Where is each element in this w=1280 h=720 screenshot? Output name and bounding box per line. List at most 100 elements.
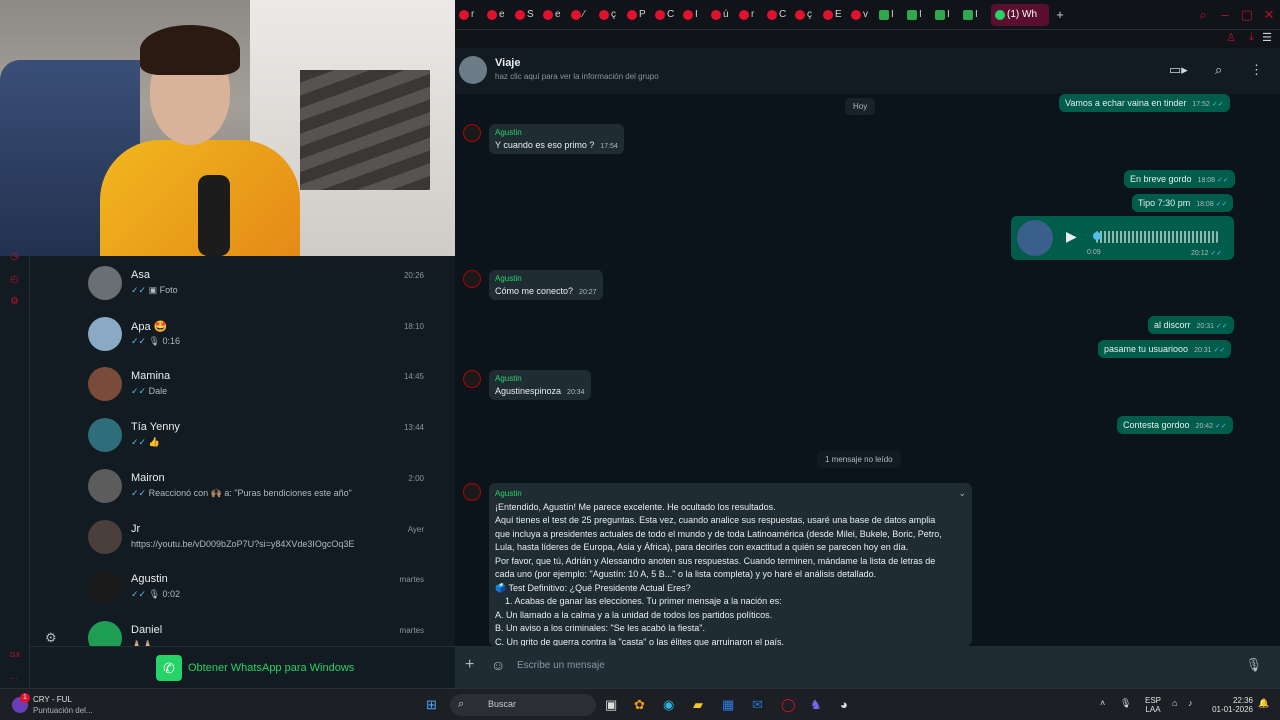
chat-avatar[interactable] (88, 519, 122, 554)
group-subtitle[interactable]: haz clic aquí para ver la información de… (495, 72, 659, 81)
chat-avatar[interactable] (88, 468, 122, 503)
tab-whatsapp[interactable]: (1) Wh (991, 3, 1049, 26)
opera-clock-icon[interactable]: ◴ (10, 274, 19, 285)
close-window-icon[interactable]: ✕ (1258, 4, 1280, 26)
browser-tab[interactable]: I (935, 4, 963, 26)
tray-overflow-icon[interactable]: ˄ (1100, 699, 1105, 708)
get-app-banner[interactable]: ✆ Obtener WhatsApp para Windows (30, 646, 455, 688)
chat-avatar[interactable] (88, 570, 122, 605)
browser-tab[interactable]: P (627, 4, 655, 26)
store-icon[interactable]: ▦ (722, 697, 734, 713)
download-icon[interactable]: ⤓ (1249, 31, 1254, 44)
voice-scrubber[interactable] (1093, 232, 1101, 240)
chat-list-item[interactable]: Mamina 14:45 ✓✓ Dale (30, 361, 455, 412)
chat-list-item[interactable]: Agustin martes ✓✓ 🎙 0:02 (30, 564, 455, 615)
tray-mic-icon[interactable]: 🎙 (1120, 699, 1131, 708)
app-icon[interactable]: ◕ (840, 697, 848, 712)
chevron-down-icon[interactable]: ⌄ (958, 487, 966, 501)
chat-list-item[interactable]: Daniel martes 🙏🏼🙏🏼 (30, 615, 455, 646)
microphone-icon[interactable]: 🎙 (1245, 657, 1262, 673)
sender-name[interactable]: Agustin (495, 128, 618, 137)
browser-tab[interactable]: e (487, 4, 515, 26)
get-app-text[interactable]: Obtener WhatsApp para Windows (188, 662, 354, 674)
group-name[interactable]: Viaje (495, 57, 521, 69)
search-tabs-icon[interactable]: ⌕ (1192, 4, 1214, 26)
voice-waveform[interactable] (1096, 231, 1218, 243)
sender-name[interactable]: Agustin (495, 487, 966, 501)
sender-avatar[interactable] (463, 270, 481, 288)
outlook-icon[interactable]: ✉ (752, 697, 763, 713)
chat-avatar[interactable] (88, 418, 122, 453)
message-in[interactable]: Agustin Y cuando es eso primo ? 17:54 (489, 124, 624, 154)
taskbar-search[interactable]: ⌕ Buscar (450, 694, 596, 716)
message-out[interactable]: pasame tu usuariooo 20:31 ✓✓ (1098, 340, 1232, 358)
sender-name[interactable]: Agustin (495, 374, 585, 383)
chat-avatar[interactable] (88, 316, 122, 351)
chat-avatar[interactable] (88, 367, 122, 402)
chat-list-item[interactable]: Tía Yenny 13:44 ✓✓ 👍 (30, 412, 455, 463)
message-in[interactable]: Agustin Cómo me conecto? 20:27 (489, 270, 603, 300)
windows-start-icon[interactable]: ⊞ (426, 697, 437, 713)
browser-tab[interactable]: I (963, 4, 991, 26)
file-explorer-icon[interactable]: ▰ (693, 697, 703, 713)
voice-message[interactable]: ▶ 0:09 20:12 ✓✓ (1011, 216, 1234, 260)
chat-list-item[interactable]: Asa 20:26 ✓✓ ▣ Foto (30, 260, 455, 311)
opera-gx-icon[interactable]: ◯ (781, 697, 796, 713)
edge-icon[interactable]: ◉ (663, 697, 674, 713)
message-out[interactable]: Contesta gordoo 20:42 ✓✓ (1117, 416, 1233, 434)
message-in-long[interactable]: Agustin ¡Entendido, Agustín! Me parece e… (489, 483, 972, 646)
group-avatar[interactable] (459, 56, 487, 84)
browser-tab[interactable]: S (515, 4, 543, 26)
message-out[interactable]: En breve gordo 18:08 ✓✓ (1124, 170, 1235, 188)
browser-tab[interactable]: I (907, 4, 935, 26)
more-icon[interactable]: ··· (10, 674, 18, 683)
browser-tab[interactable]: ú (711, 4, 739, 26)
opera-settings-icon[interactable]: ⚙ (10, 296, 19, 307)
message-input[interactable]: Escribe un mensaje (517, 660, 605, 671)
notification-subtitle[interactable]: Puntuación del... (33, 706, 93, 715)
video-call-icon[interactable]: ▭▸ (1169, 62, 1188, 78)
browser-tab[interactable]: C (655, 4, 683, 26)
sender-name[interactable]: Agustin (495, 274, 597, 283)
volume-icon[interactable]: ♪ (1188, 699, 1193, 708)
teams-icon[interactable]: ♞ (810, 697, 822, 713)
browser-tab[interactable]: I (879, 4, 907, 26)
opera-gx-icon[interactable]: GX (10, 652, 20, 659)
browser-tab[interactable]: C (767, 4, 795, 26)
attach-plus-icon[interactable]: + (465, 656, 474, 674)
menu-icon[interactable]: ☰ (1262, 31, 1272, 44)
browser-tab[interactable]: E (823, 4, 851, 26)
sender-avatar[interactable] (463, 483, 481, 501)
message-in[interactable]: Agustin Agustinespinoza 20:34 (489, 370, 591, 400)
browser-tab[interactable]: e (543, 4, 571, 26)
opera-history-icon[interactable]: ◷ (10, 251, 19, 262)
chat-list-item[interactable]: Jr Ayer https://youtu.be/vD009bZoP7U?si=y8… (30, 514, 455, 565)
network-icon[interactable]: ⌂ (1172, 699, 1177, 708)
profile-icon[interactable]: ♙ (1226, 31, 1236, 44)
clock[interactable]: 22:36 01-01-2026 (1205, 696, 1253, 714)
notifications-bell-icon[interactable]: 🔔 (1258, 699, 1269, 708)
browser-tab[interactable]: ⁄ (571, 4, 599, 26)
language-indicator[interactable]: ESP LAA (1145, 696, 1161, 714)
task-view-icon[interactable]: ▣ (605, 697, 617, 713)
emoji-icon[interactable]: ☺ (491, 657, 505, 673)
chat-list-item[interactable]: Mairon 2:00 ✓✓ Reaccionó con 🙌🏽 a: "Puras … (30, 463, 455, 514)
browser-tab[interactable]: ç (599, 4, 627, 26)
browser-tab[interactable]: v (851, 4, 879, 26)
maximize-icon[interactable]: ▢ (1236, 4, 1258, 26)
browser-tab[interactable]: r (459, 4, 487, 26)
search-icon[interactable]: ⌕ (1215, 62, 1222, 78)
sender-avatar[interactable] (463, 370, 481, 388)
settings-icon[interactable]: ⚙ (45, 630, 57, 646)
message-out[interactable]: Tipo 7:30 pm 18:08 ✓✓ (1132, 194, 1234, 212)
message-out[interactable]: al discorr 20:31 ✓✓ (1148, 316, 1234, 334)
chat-header[interactable]: Viaje haz clic aquí para ver la informac… (455, 48, 1280, 94)
play-icon[interactable]: ▶ (1066, 228, 1077, 245)
menu-kebab-icon[interactable]: ⋮ (1250, 62, 1263, 78)
chat-avatar[interactable] (88, 620, 122, 646)
browser-tab[interactable]: I (683, 4, 711, 26)
sender-avatar[interactable] (463, 124, 481, 142)
new-tab-button[interactable]: + (1049, 4, 1071, 26)
notification-title[interactable]: CRY - FUL (33, 695, 72, 704)
minimize-icon[interactable]: – (1214, 4, 1236, 26)
